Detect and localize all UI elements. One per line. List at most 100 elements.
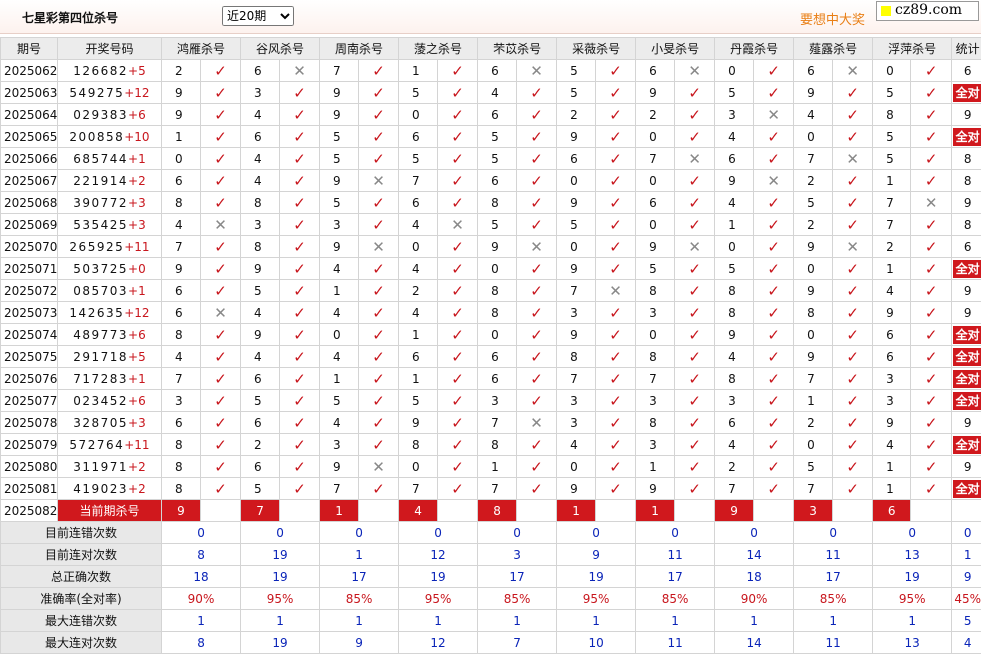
result-row: 2025077023452+63✓5✓5✓5✓3✓3✓3✓3✓1✓3✓全对 [1,390,981,412]
correct-check-icon: ✓ [517,456,557,478]
draw-result: 549275+12 [58,82,162,104]
draw-bonus: +3 [128,196,146,210]
kill-number: 6 [478,368,517,390]
correct-check-icon: ✓ [438,60,478,82]
result-row: 2025068390772+38✓8✓5✓6✓8✓9✓6✓4✓5✓7✕9 [1,192,981,214]
current-kill-blank [517,500,557,522]
kill-number: 7 [794,368,833,390]
correct-check-icon: ✓ [596,368,636,390]
stat-value: 1 [162,610,241,632]
draw-result: 390772+3 [58,192,162,214]
correct-check-icon: ✓ [833,412,873,434]
kill-number: 4 [399,214,438,236]
correct-check-icon: ✓ [675,82,715,104]
kill-number: 8 [478,302,517,324]
kill-number: 0 [636,170,675,192]
correct-check-icon: ✓ [201,258,241,280]
page-title: 七星彩第四位杀号 [22,9,118,26]
correct-check-icon: ✓ [201,126,241,148]
current-kill-blank [675,500,715,522]
correct-check-icon: ✓ [280,324,320,346]
kill-number: 9 [794,236,833,258]
stat-total: 4 [952,632,981,654]
wrong-cross-icon: ✕ [833,60,873,82]
row-stat-cell: 全对 [952,324,981,346]
correct-check-icon: ✓ [517,82,557,104]
draw-bonus: +6 [128,328,146,342]
kill-number: 9 [715,170,754,192]
correct-check-icon: ✓ [596,126,636,148]
kill-number: 8 [478,192,517,214]
stat-total: 5 [952,610,981,632]
correct-check-icon: ✓ [911,478,952,500]
site-logo[interactable]: cz89.com [876,1,979,21]
kill-number: 5 [636,258,675,280]
kill-number: 5 [320,148,359,170]
table-header-row: 期号开奖号码鸿雁杀号谷风杀号周南杀号蔆之杀号芣苡杀号采薇杀号小旻杀号丹霞杀号薤露… [1,38,981,60]
correct-check-icon: ✓ [517,148,557,170]
current-kill-blank [359,500,399,522]
wrong-cross-icon: ✕ [754,170,794,192]
result-row: 2025075291718+54✓4✓4✓6✓6✓8✓8✓4✓9✓6✓全对 [1,346,981,368]
draw-result: 535425+3 [58,214,162,236]
column-header: 丹霞杀号 [715,38,794,60]
kill-number: 0 [715,236,754,258]
stat-value: 17 [636,566,715,588]
wrong-cross-icon: ✕ [201,214,241,236]
wrong-cross-icon: ✕ [596,280,636,302]
correct-check-icon: ✓ [596,324,636,346]
kill-number: 5 [557,60,596,82]
stat-value: 8 [162,544,241,566]
result-row: 2025063549275+129✓3✓9✓5✓4✓5✓9✓5✓9✓5✓全对 [1,82,981,104]
kill-number: 5 [873,126,911,148]
current-kill-blank [201,500,241,522]
draw-bonus: +3 [128,218,146,232]
stat-value: 11 [636,632,715,654]
result-row: 2025066685744+10✓4✓5✓5✓5✓6✓7✕6✓7✕5✓8 [1,148,981,170]
kill-number: 6 [478,60,517,82]
correct-check-icon: ✓ [911,434,952,456]
result-row: 2025072085703+16✓5✓1✓2✓8✓7✕8✓8✓9✓4✓9 [1,280,981,302]
stat-label: 最大连错次数 [1,610,162,632]
kill-number: 9 [320,456,359,478]
draw-digits: 390772 [73,196,128,210]
kill-number: 8 [241,192,280,214]
kill-number: 5 [320,192,359,214]
correct-check-icon: ✓ [675,412,715,434]
stat-value: 19 [557,566,636,588]
current-kill-number: 4 [399,500,438,522]
period-select[interactable]: 近20期 [222,6,294,26]
correct-check-icon: ✓ [280,412,320,434]
correct-check-icon: ✓ [280,368,320,390]
stat-value: 1 [478,610,557,632]
kill-number: 1 [320,368,359,390]
correct-check-icon: ✓ [833,192,873,214]
correct-check-icon: ✓ [438,148,478,170]
correct-check-icon: ✓ [201,148,241,170]
correct-check-icon: ✓ [280,478,320,500]
wrong-cross-icon: ✕ [911,192,952,214]
draw-digits: 142635 [69,306,124,320]
stat-value: 1 [636,610,715,632]
correct-check-icon: ✓ [596,346,636,368]
correct-check-icon: ✓ [911,170,952,192]
stat-total: 9 [952,566,981,588]
draw-bonus: +11 [124,438,149,452]
kill-number: 9 [320,170,359,192]
correct-check-icon: ✓ [201,434,241,456]
kill-number: 0 [557,170,596,192]
correct-check-icon: ✓ [201,390,241,412]
correct-check-icon: ✓ [596,192,636,214]
kill-number: 7 [873,192,911,214]
all-correct-badge: 全对 [953,348,981,366]
correct-check-icon: ✓ [833,104,873,126]
kill-number: 1 [478,456,517,478]
stat-value: 19 [241,566,320,588]
wrong-cross-icon: ✕ [359,236,399,258]
correct-check-icon: ✓ [596,170,636,192]
kill-number: 0 [794,324,833,346]
stat-value: 95% [557,588,636,610]
correct-check-icon: ✓ [833,390,873,412]
kill-number: 8 [478,434,517,456]
promo-text[interactable]: 要想中大奖 [800,9,865,28]
